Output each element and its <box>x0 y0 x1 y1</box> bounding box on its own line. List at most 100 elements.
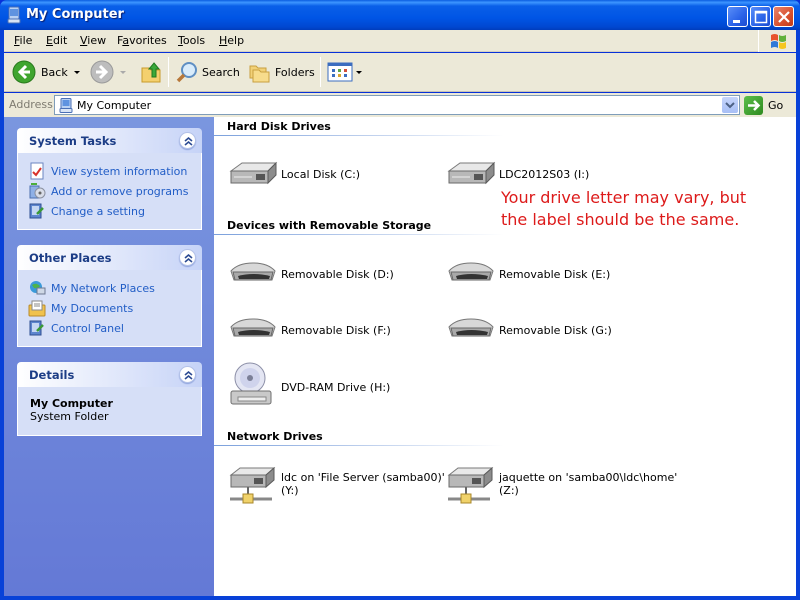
menu-file[interactable]: File <box>14 34 32 47</box>
forward-dropdown-icon[interactable] <box>120 70 126 74</box>
drive-item[interactable]: Removable Disk (D:) <box>228 255 394 295</box>
removable-disk-icon <box>230 318 276 337</box>
task-label: Change a setting <box>51 204 145 218</box>
back-label: Back <box>41 65 68 79</box>
drive-item[interactable]: Removable Disk (F:) <box>228 311 391 351</box>
network-drive-icon <box>229 466 276 504</box>
content-pane: Hard Disk Drives Local Disk (C:) LDC2012… <box>214 117 796 596</box>
go-button[interactable]: Go <box>744 95 783 115</box>
place-label: My Network Places <box>51 281 155 295</box>
up-folder-button[interactable] <box>140 57 162 87</box>
menu-tools[interactable]: Tools <box>178 34 205 47</box>
details-name: My Computer <box>30 397 113 410</box>
task-change-a-setting[interactable]: Change a setting <box>18 201 201 221</box>
task-label: View system information <box>51 164 188 178</box>
details-title: Details <box>29 368 75 382</box>
views-icon <box>327 62 353 82</box>
drive-item[interactable]: jaquette on 'samba00\ldc\home' (Z:) <box>446 465 677 507</box>
back-arrow-icon <box>12 60 36 84</box>
forward-button[interactable] <box>90 57 126 87</box>
details-panel: Details My Computer System Folder <box>17 362 202 436</box>
back-button[interactable]: Back <box>12 57 80 87</box>
place-my-documents[interactable]: My Documents <box>18 298 201 318</box>
drive-label: LDC2012S03 (I:) <box>499 168 590 181</box>
menu-accelerator: V <box>80 34 88 47</box>
details-header[interactable]: Details <box>17 362 202 387</box>
folders-label: Folders <box>275 65 315 79</box>
title-bar[interactable]: My Computer <box>0 0 800 30</box>
drive-item[interactable]: ldc on 'File Server (samba00)' (Y:) <box>228 465 445 507</box>
address-dropdown-button[interactable] <box>722 97 738 113</box>
menu-accelerator: T <box>178 34 183 47</box>
details-type: System Folder <box>30 410 109 423</box>
minimize-button[interactable] <box>727 6 748 27</box>
maximize-icon <box>754 10 768 24</box>
my-computer-icon <box>7 6 21 24</box>
address-label: Address <box>9 98 53 111</box>
collapse-button[interactable] <box>179 366 196 383</box>
windows-flag-icon <box>771 34 786 49</box>
drive-item[interactable]: Removable Disk (G:) <box>446 311 612 351</box>
removable-disk-icon <box>448 262 494 281</box>
other-places-header[interactable]: Other Places <box>17 245 202 270</box>
forward-arrow-icon <box>90 60 114 84</box>
search-button[interactable]: Search <box>175 57 240 87</box>
network-places-icon <box>30 281 46 295</box>
menu-tools-label: Tools <box>178 34 206 47</box>
group-divider <box>214 445 504 446</box>
my-documents-icon <box>28 300 46 317</box>
menu-view[interactable]: View <box>80 34 106 47</box>
chevron-up-double-icon <box>184 370 193 380</box>
menu-bar: File Edit View Favorites Tools Help <box>4 30 796 52</box>
folders-icon <box>249 65 270 83</box>
task-view-system-information[interactable]: View system information <box>18 161 201 181</box>
search-label: Search <box>202 65 240 79</box>
go-label: Go <box>768 98 784 112</box>
drive-item[interactable]: Local Disk (C:) <box>228 157 360 197</box>
place-control-panel[interactable]: Control Panel <box>18 318 201 338</box>
add-remove-programs-icon <box>29 183 46 199</box>
place-label: Control Panel <box>51 321 124 335</box>
collapse-button[interactable] <box>179 249 196 266</box>
system-tasks-panel: System Tasks View system information Add… <box>17 128 202 230</box>
views-button[interactable] <box>327 57 362 87</box>
menu-edit[interactable]: Edit <box>46 34 67 47</box>
address-input[interactable]: My Computer <box>54 95 740 115</box>
control-panel-icon <box>29 320 44 336</box>
close-icon <box>778 11 790 23</box>
close-button[interactable] <box>773 6 794 27</box>
windows-logo <box>758 30 796 52</box>
collapse-button[interactable] <box>179 132 196 149</box>
removable-disk-icon <box>448 318 494 337</box>
task-label: Add or remove programs <box>51 184 189 198</box>
menu-help-label: Help <box>219 34 245 47</box>
explorer-window: My Computer File Edit View Favorites Too… <box>0 0 800 600</box>
menu-edit-label: Edit <box>46 34 68 47</box>
folders-button[interactable]: Folders <box>248 57 315 87</box>
place-my-network-places[interactable]: My Network Places <box>18 278 201 298</box>
drive-item[interactable]: DVD-RAM Drive (H:) <box>228 360 390 408</box>
chevron-up-double-icon <box>184 136 193 146</box>
drive-item[interactable]: Removable Disk (E:) <box>446 255 610 295</box>
group-divider <box>214 234 504 235</box>
address-value: My Computer <box>77 99 152 112</box>
other-places-panel: Other Places My Network Places My Docume… <box>17 245 202 347</box>
maximize-button[interactable] <box>750 6 771 27</box>
drive-label: jaquette on 'samba00\ldc\home' (Z:) <box>499 471 678 497</box>
back-dropdown-icon[interactable] <box>73 70 80 74</box>
system-info-icon <box>30 162 44 180</box>
views-dropdown-icon[interactable] <box>356 70 362 74</box>
other-places-title: Other Places <box>29 251 112 265</box>
system-tasks-title: System Tasks <box>29 134 117 148</box>
dvd-drive-icon <box>230 362 272 405</box>
window-frame-bottom <box>0 596 800 600</box>
menu-favorites[interactable]: Favorites <box>117 34 167 47</box>
address-bar: Address My Computer Go <box>4 93 796 117</box>
menu-help[interactable]: Help <box>219 34 244 47</box>
toolbar-separator <box>320 57 321 87</box>
drive-label: Local Disk (C:) <box>281 168 361 181</box>
go-arrow-icon <box>744 95 763 115</box>
system-tasks-header[interactable]: System Tasks <box>17 128 202 153</box>
task-add-remove-programs[interactable]: Add or remove programs <box>18 181 201 201</box>
toolbar: Back Search Folders <box>4 53 796 92</box>
